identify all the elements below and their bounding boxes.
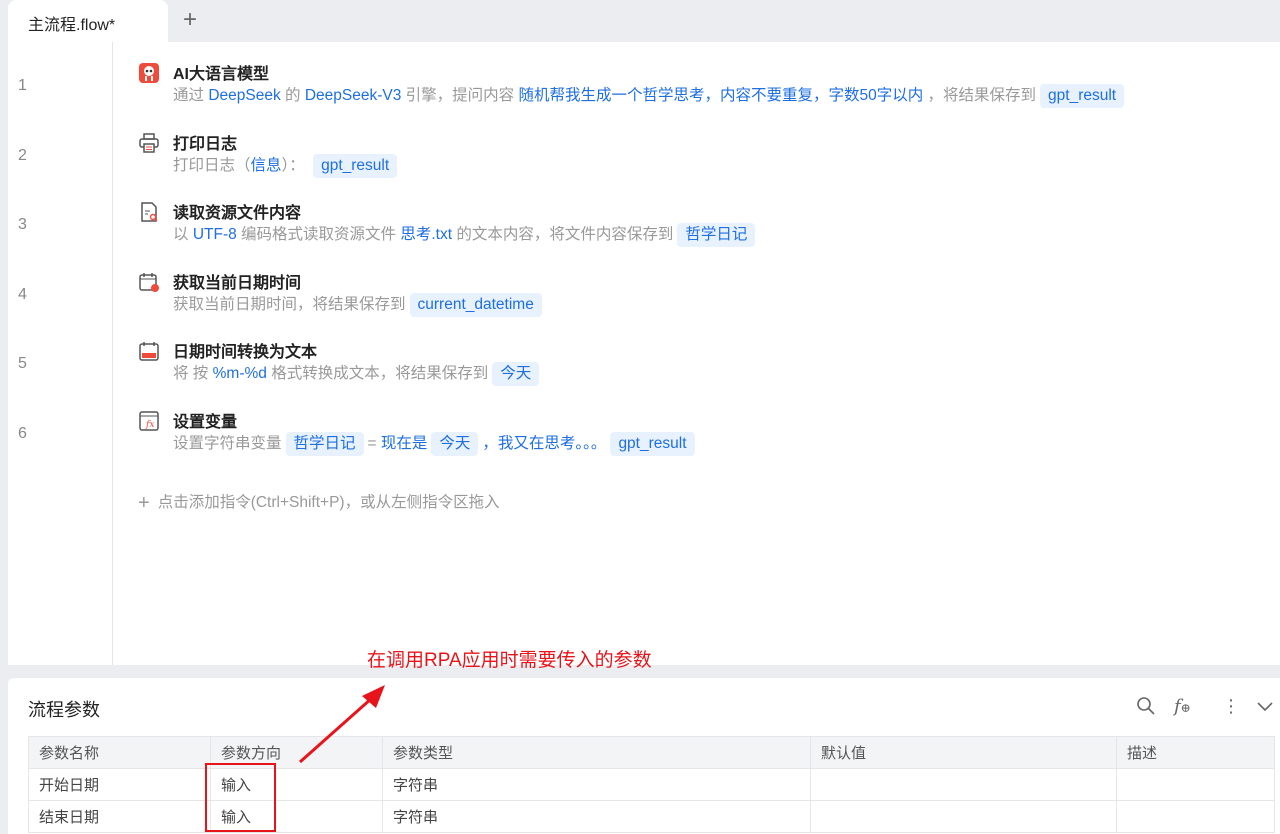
read-file-icon — [138, 201, 160, 223]
param-value[interactable]: DeepSeek-V3 — [305, 87, 402, 104]
line-number: 4 — [18, 285, 27, 303]
line-number: 5 — [18, 355, 27, 372]
param-value[interactable]: 现在是 — [381, 435, 428, 452]
table-cell[interactable] — [810, 800, 1117, 833]
more-icon[interactable]: ⋮ — [1222, 696, 1240, 717]
table-cell[interactable] — [1116, 768, 1275, 801]
step-description: 获取当前日期时间，将结果保存到 current_datetime — [173, 292, 546, 317]
add-command-label: 点击添加指令(Ctrl+Shift+P)，或从左侧指令区拖入 — [157, 494, 500, 511]
step-title: AI大语言模型 — [173, 66, 270, 83]
table-cell[interactable]: 字符串 — [382, 800, 811, 833]
variable-chip[interactable]: 哲学日记 — [285, 431, 364, 456]
table-cell[interactable] — [1116, 800, 1275, 833]
variable-chip[interactable]: 哲学日记 — [677, 223, 756, 247]
printer-icon — [138, 132, 160, 154]
desc-text: ）： — [281, 156, 310, 174]
param-value[interactable]: %m-%d — [213, 365, 267, 382]
calendar-clock-icon — [138, 271, 160, 293]
annotation-text: 在调用RPA应用时需要传入的参数 — [367, 650, 652, 671]
tab-bar: 主流程.flow* + — [0, 0, 1280, 42]
desc-text: 的 — [280, 87, 305, 104]
step-title: 日期时间转换为文本 — [173, 344, 318, 361]
desc-text: 引擎，提问内容 — [401, 87, 519, 104]
column-header[interactable]: 默认值 — [810, 736, 1117, 769]
step-title: 打印日志 — [173, 135, 238, 153]
tab-main-flow[interactable]: 主流程.flow* — [8, 0, 168, 42]
step-title: 获取当前日期时间 — [173, 274, 302, 292]
add-function-icon[interactable]: f⊕ — [1174, 696, 1191, 717]
line-number: 2 — [18, 146, 27, 164]
variable-chip[interactable]: 今天 — [431, 431, 479, 456]
ai-model-icon — [138, 62, 160, 84]
table-cell[interactable] — [810, 768, 1117, 801]
variable-chip[interactable]: gpt_result — [313, 153, 398, 178]
desc-text: 设置字符串变量 — [173, 434, 282, 452]
line-number: 3 — [18, 216, 27, 233]
step-description: 将 按 %m-%d 格式转换成文本，将结果保存到 今天 — [173, 362, 543, 386]
desc-text: 的文本内容，将文件内容保存到 — [452, 226, 674, 243]
param-value[interactable]: UTF-8 — [193, 226, 237, 243]
add-tab-button[interactable]: + — [178, 6, 202, 34]
line-number: 1 — [18, 77, 27, 94]
param-value[interactable]: 信息 — [251, 157, 282, 174]
desc-text: 编码格式读取资源文件 — [236, 226, 401, 243]
line-number: 6 — [18, 424, 27, 442]
desc-text: 通过 — [173, 87, 209, 104]
calendar-text-icon — [138, 340, 160, 362]
chevron-down-icon[interactable] — [1256, 696, 1274, 721]
table-cell[interactable]: 字符串 — [382, 768, 811, 801]
desc-text: ，将结果保存到 — [923, 87, 1037, 104]
desc-text: 将 按 — [173, 365, 213, 382]
step-description: 设置字符串变量 哲学日记 = 现在是 今天 ，我又在思考。。。 gpt_result — [173, 431, 699, 456]
table-cell[interactable]: 结束日期 — [28, 800, 211, 833]
highlight-box — [205, 763, 276, 832]
add-command-button[interactable]: + 点击添加指令(Ctrl+Shift+P)，或从左侧指令区拖入 — [138, 490, 500, 515]
param-value[interactable]: DeepSeek — [208, 87, 280, 104]
table-cell[interactable]: 开始日期 — [28, 768, 211, 801]
variable-chip[interactable]: gpt_result — [1040, 84, 1125, 108]
column-header[interactable]: 参数名称 — [28, 736, 211, 769]
flow-editor: 1 2 3 4 5 6 AI大语言模型 通过 DeepSeek 的 DeepSeek-V3 … — [8, 42, 1280, 665]
variable-chip[interactable]: current_datetime — [409, 292, 542, 317]
param-value[interactable]: 思考.txt — [400, 226, 452, 243]
param-value[interactable]: ，我又在思考。。。 — [482, 435, 606, 452]
column-header[interactable]: 描述 — [1116, 736, 1275, 769]
line-gutter: 1 2 3 4 5 6 — [8, 42, 113, 665]
desc-text: 格式转换成文本，将结果保存到 — [266, 365, 489, 382]
desc-text: 以 — [173, 226, 193, 243]
column-header[interactable]: 参数类型 — [382, 736, 811, 769]
flow-params-panel: 流程参数 f⊕ ⋮ 参数名称 参数方向 参数类型 默认值 描述 开始日期 输入 字符串 结束日… — [8, 678, 1280, 834]
desc-text: 打印日志（ — [173, 156, 251, 174]
svg-text:fx: fx — [145, 420, 154, 430]
step-description: 打印日志（信息）： gpt_result — [173, 153, 401, 178]
variable-chip[interactable]: 今天 — [492, 362, 540, 386]
desc-text: 获取当前日期时间，将结果保存到 — [173, 295, 406, 313]
step-description: 以 UTF-8 编码格式读取资源文件 思考.txt 的文本内容，将文件内容保存到… — [173, 223, 759, 247]
param-value[interactable]: 随机帮我生成一个哲学思考，内容不要重复，字数50字以内 — [518, 87, 923, 104]
params-title: 流程参数 — [28, 700, 100, 720]
set-variable-icon: fx — [138, 410, 160, 432]
variable-chip[interactable]: gpt_result — [610, 431, 695, 456]
step-title: 设置变量 — [173, 413, 238, 431]
plus-icon: + — [138, 492, 150, 514]
step-description: 通过 DeepSeek 的 DeepSeek-V3 引擎，提问内容 随机帮我生成… — [173, 84, 1128, 108]
desc-text: = — [367, 434, 381, 452]
search-icon[interactable] — [1136, 696, 1156, 721]
step-title: 读取资源文件内容 — [173, 205, 302, 222]
